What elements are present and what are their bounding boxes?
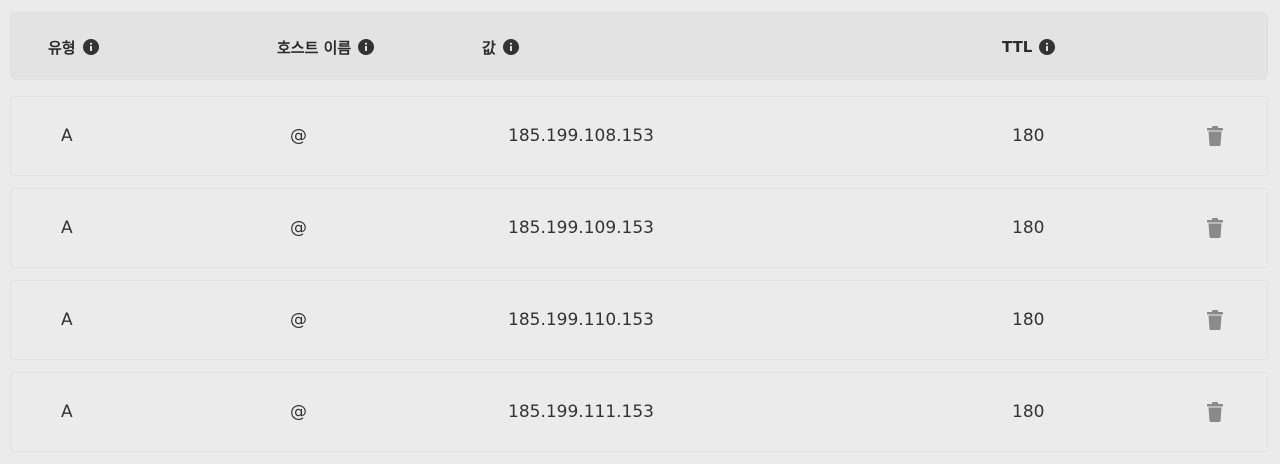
header-value: 값 — [482, 13, 519, 81]
record-host: @ — [290, 402, 307, 422]
table-row: A @ 185.199.109.153 180 — [10, 188, 1268, 268]
table-row: A @ 185.199.110.153 180 — [10, 280, 1268, 360]
table-body: A @ 185.199.108.153 180 A @ 185.199.109.… — [10, 96, 1268, 452]
header-host: 호스트 이름 — [277, 13, 375, 81]
header-type: 유형 — [48, 13, 99, 81]
table-header: 유형 호스트 이름 값 TTL — [10, 12, 1268, 80]
info-icon[interactable] — [82, 39, 99, 55]
dns-records-table: 유형 호스트 이름 값 TTL A @ 185.199.108.153 180 … — [10, 12, 1268, 464]
info-icon[interactable] — [502, 39, 519, 55]
delete-record-button[interactable] — [1204, 125, 1226, 147]
trash-icon — [1207, 126, 1223, 146]
header-value-label: 값 — [482, 38, 496, 57]
record-ttl: 180 — [1012, 218, 1045, 238]
info-icon[interactable] — [1039, 39, 1056, 55]
record-ttl: 180 — [1012, 126, 1045, 146]
trash-icon — [1207, 218, 1223, 238]
record-type: A — [61, 126, 73, 146]
table-row: A @ 185.199.108.153 180 — [10, 96, 1268, 176]
info-icon[interactable] — [358, 39, 375, 55]
delete-record-button[interactable] — [1204, 217, 1226, 239]
header-ttl: TTL — [1002, 13, 1056, 81]
record-host: @ — [290, 126, 307, 146]
delete-record-button[interactable] — [1204, 401, 1226, 423]
header-type-label: 유형 — [48, 38, 76, 57]
delete-record-button[interactable] — [1204, 309, 1226, 331]
record-type: A — [61, 218, 73, 238]
table-row: A @ 185.199.111.153 180 — [10, 372, 1268, 452]
trash-icon — [1207, 310, 1223, 330]
record-host: @ — [290, 218, 307, 238]
record-value: 185.199.108.153 — [508, 126, 655, 146]
record-type: A — [61, 310, 73, 330]
record-ttl: 180 — [1012, 402, 1045, 422]
record-value: 185.199.110.153 — [508, 310, 655, 330]
header-ttl-label: TTL — [1002, 38, 1033, 56]
trash-icon — [1207, 402, 1223, 422]
record-value: 185.199.111.153 — [508, 402, 655, 422]
record-ttl: 180 — [1012, 310, 1045, 330]
record-host: @ — [290, 310, 307, 330]
record-type: A — [61, 402, 73, 422]
header-host-label: 호스트 이름 — [277, 38, 352, 57]
record-value: 185.199.109.153 — [508, 218, 655, 238]
